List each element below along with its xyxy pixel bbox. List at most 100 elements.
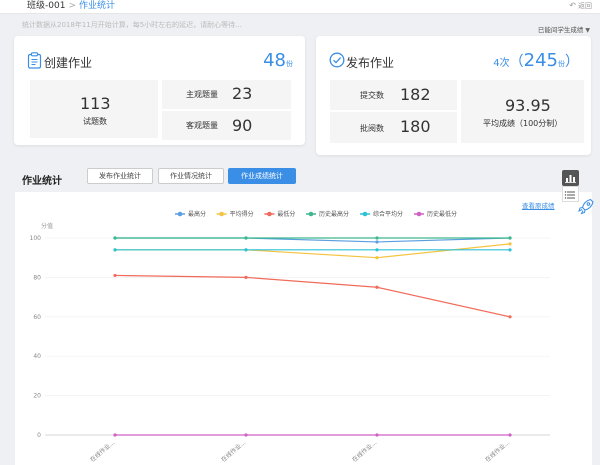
create-count-unit: 份 [286, 60, 293, 68]
submitted-count-label: 提交数 [360, 91, 384, 100]
subjective-count-value: 23 [232, 84, 253, 103]
y-axis-label: 分值 [41, 222, 53, 230]
back-button[interactable]: ↶ 返回 [569, 1, 592, 11]
average-score-value: 93.95 [505, 96, 551, 115]
data-point [113, 248, 117, 252]
legend-marker [267, 211, 272, 217]
create-homework-count: 48份 [263, 50, 293, 71]
data-point [113, 236, 117, 240]
data-point [508, 433, 512, 437]
objective-count-label: 客观题量 [186, 121, 218, 130]
data-point [508, 315, 512, 319]
question-count-cell: 113 试题数 [30, 80, 158, 138]
paren-open-icon: （ [509, 54, 524, 70]
chart-view-button[interactable] [562, 170, 579, 186]
data-point [375, 433, 379, 437]
legend-marker [177, 211, 183, 217]
legend-label: 最高分 [188, 210, 206, 218]
data-point [244, 236, 248, 240]
breadcrumb-current: 作业统计 [78, 1, 115, 11]
legend-label: 综合平均分 [373, 210, 403, 218]
score-selector-label: 已能间学生成绩 [537, 26, 584, 34]
question-count-value: 113 [80, 94, 111, 113]
chart-panel: 分值 0 20 40 60 80 100 在线作业... 在线作业... 在线作业... 在线作业.… [15, 192, 592, 465]
legend-marker [362, 211, 368, 217]
y-tick-label: 20 [33, 393, 41, 400]
question-count-label: 试题数 [83, 117, 107, 126]
legend-marker [219, 211, 224, 217]
y-tick-label: 60 [33, 314, 41, 321]
y-tick-label: 0 [37, 432, 41, 439]
stats-notice: 统计数据从2018年11月开始计算，每5小时左右的延迟，请耐心等待... [22, 21, 242, 29]
legend-marker [308, 211, 314, 217]
objective-count-value: 90 [232, 116, 253, 135]
x-tick-label: 在线作业... [350, 438, 378, 463]
data-point [375, 240, 379, 244]
graded-count-label: 批阅数 [360, 124, 384, 133]
create-homework-card: 创建作业 48份 113 试题数 主观题量 23 客观题量 90 [14, 36, 305, 145]
breadcrumb-separator: > [68, 1, 76, 11]
back-arrow-icon: ↶ [569, 1, 576, 10]
breadcrumb-class[interactable]: 班级-001 [27, 1, 65, 11]
data-point [244, 275, 248, 279]
tab-score-stats[interactable]: 作业成绩统计 [228, 168, 296, 184]
chevron-down-icon: ▼ [585, 27, 590, 34]
data-point [375, 236, 379, 240]
publish-count-value: 245 [523, 50, 558, 71]
list-view-button[interactable] [562, 186, 579, 202]
x-tick-label: 在线作业... [219, 438, 247, 463]
submitted-count-value: 182 [400, 85, 431, 104]
data-point [113, 433, 117, 437]
back-label: 返回 [578, 2, 592, 10]
data-point [113, 273, 117, 278]
tab-publish-stats[interactable]: 发布作业统计 [87, 168, 153, 184]
publish-homework-card: 发布作业 4次（245份） 提交数 182 批阅数 180 93.95 平均成绩… [316, 36, 591, 155]
breadcrumb: 班级-001 > 作业统计 [27, 0, 115, 12]
paren-close-icon: ） [565, 54, 579, 70]
legend-marker [416, 211, 422, 217]
y-tick-label: 80 [33, 274, 41, 281]
list-icon [564, 191, 575, 199]
data-point [375, 248, 379, 252]
data-point [508, 236, 512, 240]
data-point [375, 285, 379, 289]
publish-homework-title: 发布作业 [346, 56, 395, 70]
view-original-scores-link[interactable]: 查看原成绩 [522, 200, 555, 210]
subjective-count-label: 主观题量 [186, 90, 218, 99]
objective-count-cell: 客观题量 90 [162, 111, 291, 140]
clipboard-icon [27, 52, 42, 69]
publish-homework-count: 4次（245份） [493, 50, 579, 71]
check-circle-icon [329, 52, 345, 68]
publish-count-unit: 份 [558, 60, 565, 68]
data-point [508, 248, 512, 252]
data-point [375, 256, 379, 260]
rocket-icon[interactable] [578, 198, 594, 215]
graded-count-value: 180 [400, 117, 431, 136]
x-tick-label: 在线作业... [88, 438, 116, 463]
data-point [244, 433, 248, 437]
legend-label: 历史最低分 [427, 210, 457, 218]
graded-count-cell: 批阅数 180 [330, 112, 457, 143]
score-line-chart: 分值 0 20 40 60 80 100 在线作业... 在线作业... 在线作业... 在线作业.… [30, 210, 550, 464]
y-tick-label: 100 [30, 235, 42, 242]
section-title: 作业统计 [22, 176, 62, 187]
average-score-cell: 93.95 平均成绩（100分制） [461, 80, 584, 143]
average-score-label: 平均成绩（100分制） [483, 119, 563, 128]
data-point [244, 248, 248, 252]
top-bar: 班级-001 > 作业统计 ↶ 返回 [0, 0, 600, 14]
series-line [115, 243, 511, 259]
submitted-count-cell: 提交数 182 [330, 80, 457, 110]
bar-chart-icon [565, 175, 576, 183]
score-selector[interactable]: 已能间学生成绩 ▼ [538, 24, 590, 34]
publish-times: 4次 [493, 58, 510, 69]
create-homework-title: 创建作业 [44, 56, 93, 70]
data-point [508, 242, 512, 246]
legend-label: 平均得分 [230, 210, 254, 218]
tab-status-stats[interactable]: 作业情况统计 [158, 168, 224, 184]
legend-label: 历史最高分 [319, 210, 349, 218]
series-line [114, 274, 511, 318]
subjective-count-cell: 主观题量 23 [162, 80, 291, 109]
y-tick-label: 40 [33, 353, 41, 360]
create-count-value: 48 [263, 50, 286, 71]
legend-label: 最低分 [277, 210, 295, 218]
